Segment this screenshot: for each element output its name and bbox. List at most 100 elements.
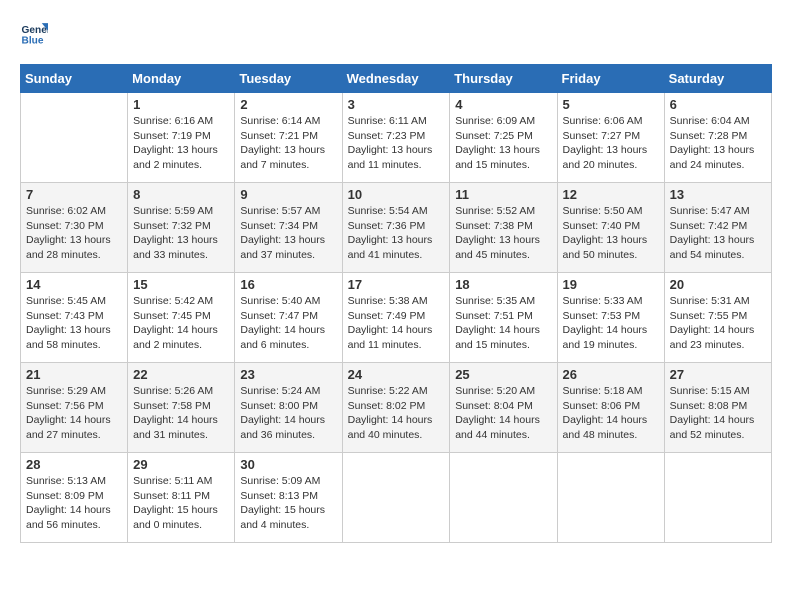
day-info: Sunrise: 6:14 AMSunset: 7:21 PMDaylight:…: [240, 114, 336, 173]
header-row: Sunday Monday Tuesday Wednesday Thursday…: [21, 65, 772, 93]
day-info: Sunrise: 5:09 AMSunset: 8:13 PMDaylight:…: [240, 474, 336, 533]
header-friday: Friday: [557, 65, 664, 93]
day-number: 7: [26, 187, 122, 202]
header-wednesday: Wednesday: [342, 65, 450, 93]
calendar-body: 1 Sunrise: 6:16 AMSunset: 7:19 PMDaylight…: [21, 93, 772, 543]
calendar-cell: 28 Sunrise: 5:13 AMSunset: 8:09 PMDayligh…: [21, 453, 128, 543]
calendar-cell: 20Sunrise: 5:31 AMSunset: 7:55 PMDayligh…: [664, 273, 771, 363]
day-number: 26: [563, 367, 659, 382]
calendar-cell: 23 Sunrise: 5:24 AMSunset: 8:00 PMDayligh…: [235, 363, 342, 453]
day-number: 22: [133, 367, 229, 382]
day-number: 24: [348, 367, 445, 382]
day-number: 25: [455, 367, 551, 382]
calendar-cell: [557, 453, 664, 543]
header-thursday: Thursday: [450, 65, 557, 93]
logo-icon: General Blue: [20, 20, 48, 48]
day-number: 12: [563, 187, 659, 202]
day-info: Sunrise: 5:42 AMSunset: 7:45 PMDaylight:…: [133, 294, 229, 353]
day-number: 10: [348, 187, 445, 202]
calendar-cell: 3 Sunrise: 6:11 AMSunset: 7:23 PMDaylight…: [342, 93, 450, 183]
calendar-week-row: 1 Sunrise: 6:16 AMSunset: 7:19 PMDaylight…: [21, 93, 772, 183]
calendar-cell: 25 Sunrise: 5:20 AMSunset: 8:04 PMDayligh…: [450, 363, 557, 453]
calendar-cell: 5 Sunrise: 6:06 AMSunset: 7:27 PMDaylight…: [557, 93, 664, 183]
day-number: 6: [670, 97, 766, 112]
day-info: Sunrise: 5:59 AMSunset: 7:32 PMDaylight:…: [133, 204, 229, 263]
logo: General Blue: [20, 20, 52, 48]
calendar-cell: 14Sunrise: 5:45 AMSunset: 7:43 PMDayligh…: [21, 273, 128, 363]
day-info: Sunrise: 6:11 AMSunset: 7:23 PMDaylight:…: [348, 114, 445, 173]
day-number: 8: [133, 187, 229, 202]
day-number: 5: [563, 97, 659, 112]
day-number: 4: [455, 97, 551, 112]
header-monday: Monday: [128, 65, 235, 93]
day-info: Sunrise: 5:40 AMSunset: 7:47 PMDaylight:…: [240, 294, 336, 353]
header-saturday: Saturday: [664, 65, 771, 93]
calendar-cell: 27Sunrise: 5:15 AMSunset: 8:08 PMDayligh…: [664, 363, 771, 453]
day-info: Sunrise: 5:52 AMSunset: 7:38 PMDaylight:…: [455, 204, 551, 263]
svg-text:Blue: Blue: [22, 35, 44, 46]
calendar-cell: 30 Sunrise: 5:09 AMSunset: 8:13 PMDayligh…: [235, 453, 342, 543]
calendar-week-row: 28 Sunrise: 5:13 AMSunset: 8:09 PMDayligh…: [21, 453, 772, 543]
day-number: 16: [240, 277, 336, 292]
day-number: 15: [133, 277, 229, 292]
calendar-cell: 26 Sunrise: 5:18 AMSunset: 8:06 PMDayligh…: [557, 363, 664, 453]
day-number: 14: [26, 277, 122, 292]
day-info: Sunrise: 6:06 AMSunset: 7:27 PMDaylight:…: [563, 114, 659, 173]
day-info: Sunrise: 5:26 AMSunset: 7:58 PMDaylight:…: [133, 384, 229, 443]
calendar-table: Sunday Monday Tuesday Wednesday Thursday…: [20, 64, 772, 543]
day-info: Sunrise: 5:54 AMSunset: 7:36 PMDaylight:…: [348, 204, 445, 263]
calendar-cell: 19 Sunrise: 5:33 AMSunset: 7:53 PMDayligh…: [557, 273, 664, 363]
day-number: 19: [563, 277, 659, 292]
day-info: Sunrise: 5:38 AMSunset: 7:49 PMDaylight:…: [348, 294, 445, 353]
calendar-cell: 1 Sunrise: 6:16 AMSunset: 7:19 PMDaylight…: [128, 93, 235, 183]
day-info: Sunrise: 6:16 AMSunset: 7:19 PMDaylight:…: [133, 114, 229, 173]
day-info: Sunrise: 5:15 AMSunset: 8:08 PMDaylight:…: [670, 384, 766, 443]
day-number: 23: [240, 367, 336, 382]
day-number: 3: [348, 97, 445, 112]
calendar-week-row: 21Sunrise: 5:29 AMSunset: 7:56 PMDayligh…: [21, 363, 772, 453]
day-number: 2: [240, 97, 336, 112]
day-number: 30: [240, 457, 336, 472]
day-info: Sunrise: 5:50 AMSunset: 7:40 PMDaylight:…: [563, 204, 659, 263]
day-info: Sunrise: 5:22 AMSunset: 8:02 PMDaylight:…: [348, 384, 445, 443]
calendar-cell: 13 Sunrise: 5:47 AMSunset: 7:42 PMDayligh…: [664, 183, 771, 273]
calendar-week-row: 14Sunrise: 5:45 AMSunset: 7:43 PMDayligh…: [21, 273, 772, 363]
day-info: Sunrise: 5:20 AMSunset: 8:04 PMDaylight:…: [455, 384, 551, 443]
day-number: 18: [455, 277, 551, 292]
day-number: 1: [133, 97, 229, 112]
day-info: Sunrise: 5:33 AMSunset: 7:53 PMDaylight:…: [563, 294, 659, 353]
calendar-cell: 24 Sunrise: 5:22 AMSunset: 8:02 PMDayligh…: [342, 363, 450, 453]
day-info: Sunrise: 5:18 AMSunset: 8:06 PMDaylight:…: [563, 384, 659, 443]
calendar-cell: 17 Sunrise: 5:38 AMSunset: 7:49 PMDayligh…: [342, 273, 450, 363]
calendar-cell: 11Sunrise: 5:52 AMSunset: 7:38 PMDayligh…: [450, 183, 557, 273]
day-info: Sunrise: 5:13 AMSunset: 8:09 PMDaylight:…: [26, 474, 122, 533]
calendar-cell: 12 Sunrise: 5:50 AMSunset: 7:40 PMDayligh…: [557, 183, 664, 273]
day-info: Sunrise: 5:57 AMSunset: 7:34 PMDaylight:…: [240, 204, 336, 263]
calendar-cell: 15 Sunrise: 5:42 AMSunset: 7:45 PMDayligh…: [128, 273, 235, 363]
day-number: 20: [670, 277, 766, 292]
calendar-cell: 16 Sunrise: 5:40 AMSunset: 7:47 PMDayligh…: [235, 273, 342, 363]
day-number: 29: [133, 457, 229, 472]
calendar-cell: 18 Sunrise: 5:35 AMSunset: 7:51 PMDayligh…: [450, 273, 557, 363]
day-info: Sunrise: 5:35 AMSunset: 7:51 PMDaylight:…: [455, 294, 551, 353]
day-number: 9: [240, 187, 336, 202]
day-info: Sunrise: 5:47 AMSunset: 7:42 PMDaylight:…: [670, 204, 766, 263]
day-info: Sunrise: 5:29 AMSunset: 7:56 PMDaylight:…: [26, 384, 122, 443]
day-info: Sunrise: 6:02 AMSunset: 7:30 PMDaylight:…: [26, 204, 122, 263]
day-info: Sunrise: 5:24 AMSunset: 8:00 PMDaylight:…: [240, 384, 336, 443]
calendar-cell: 4 Sunrise: 6:09 AMSunset: 7:25 PMDaylight…: [450, 93, 557, 183]
day-info: Sunrise: 6:09 AMSunset: 7:25 PMDaylight:…: [455, 114, 551, 173]
calendar-cell: 7 Sunrise: 6:02 AMSunset: 7:30 PMDaylight…: [21, 183, 128, 273]
page-header: General Blue: [20, 20, 772, 48]
day-number: 17: [348, 277, 445, 292]
day-number: 13: [670, 187, 766, 202]
day-number: 28: [26, 457, 122, 472]
calendar-cell: [664, 453, 771, 543]
header-sunday: Sunday: [21, 65, 128, 93]
calendar-cell: 21Sunrise: 5:29 AMSunset: 7:56 PMDayligh…: [21, 363, 128, 453]
day-info: Sunrise: 6:04 AMSunset: 7:28 PMDaylight:…: [670, 114, 766, 173]
header-tuesday: Tuesday: [235, 65, 342, 93]
calendar-cell: 2 Sunrise: 6:14 AMSunset: 7:21 PMDaylight…: [235, 93, 342, 183]
calendar-cell: [21, 93, 128, 183]
calendar-cell: 9 Sunrise: 5:57 AMSunset: 7:34 PMDaylight…: [235, 183, 342, 273]
